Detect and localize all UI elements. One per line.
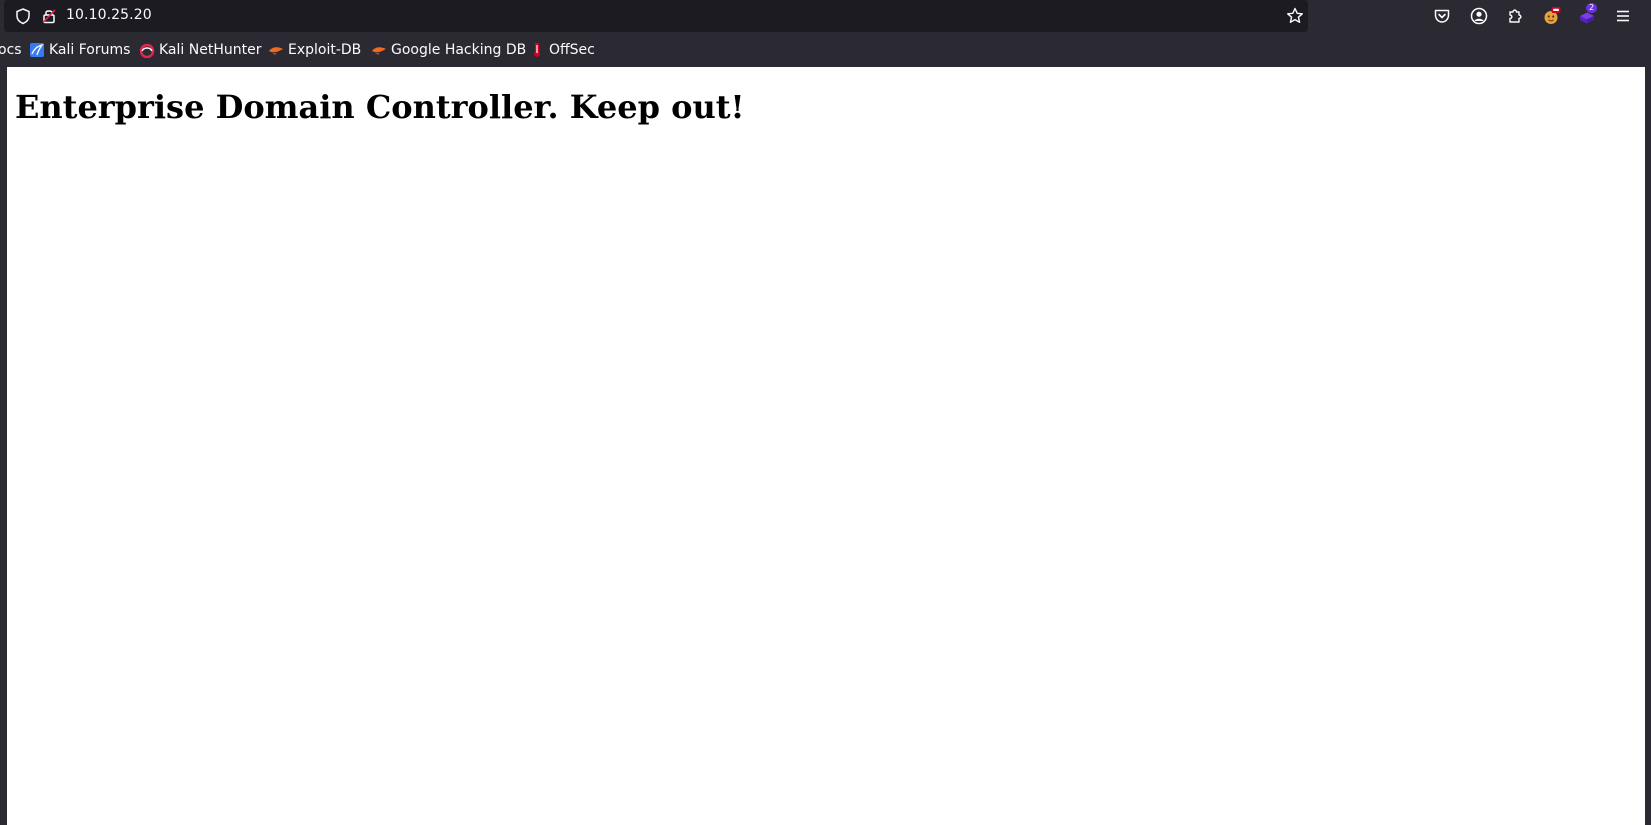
extension-badge-icon[interactable]	[1541, 6, 1561, 26]
bookmark-label: ocs	[0, 42, 22, 58]
shield-icon[interactable]	[14, 7, 32, 25]
bookmark-offsec[interactable]: OffSec	[529, 41, 595, 59]
bookmark-label: Kali Forums	[49, 42, 131, 58]
bookmark-exploit-db[interactable]: Exploit-DB	[268, 41, 361, 59]
navigation-toolbar: 10.10.25.20 2	[0, 0, 1651, 33]
pocket-icon[interactable]	[1432, 6, 1452, 26]
page-content: Enterprise Domain Controller. Keep out!	[7, 67, 1645, 825]
star-icon[interactable]	[1285, 6, 1305, 26]
url-text[interactable]: 10.10.25.20	[66, 7, 152, 23]
exploit-db-icon	[269, 47, 283, 55]
menu-icon[interactable]	[1613, 6, 1633, 26]
extension-count-badge: 2	[1586, 3, 1598, 13]
url-bar[interactable]: 10.10.25.20	[4, 0, 1308, 32]
bookmark-google-hacking-db[interactable]: Google Hacking DB	[371, 41, 526, 59]
bookmark-docs[interactable]: ocs	[0, 41, 22, 59]
bookmark-label: Kali NetHunter	[159, 42, 262, 58]
page-heading: Enterprise Domain Controller. Keep out!	[15, 88, 745, 126]
bookmark-kali-nethunter[interactable]: Kali NetHunter	[139, 41, 261, 59]
extensions-icon[interactable]	[1505, 6, 1525, 26]
account-icon[interactable]	[1469, 6, 1489, 26]
google-hacking-db-icon	[372, 47, 386, 55]
kali-nethunter-icon	[139, 43, 155, 58]
offsec-icon	[534, 43, 540, 57]
kali-forums-icon	[30, 43, 44, 57]
bookmarks-toolbar: ocs Kali Forums Kali NetHunter Exploit-D…	[0, 33, 1651, 67]
bookmark-label: Exploit-DB	[288, 42, 362, 58]
bookmark-kali-forums[interactable]: Kali Forums	[29, 41, 130, 59]
bookmark-label: Google Hacking DB	[391, 42, 527, 58]
bookmark-label: OffSec	[549, 42, 595, 58]
lock-icon[interactable]	[40, 7, 58, 25]
